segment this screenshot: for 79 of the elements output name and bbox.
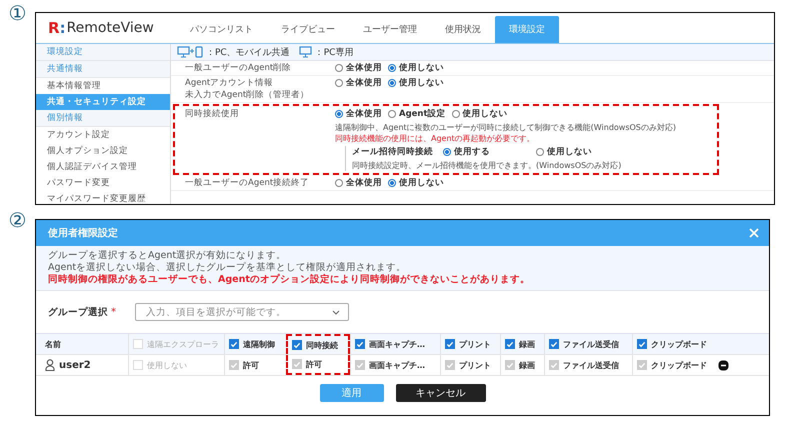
column-header: 画面キャプチ… — [369, 338, 425, 350]
permission-value: クリップボード — [651, 360, 707, 370]
sidebar-section: 共通情報 — [36, 61, 170, 78]
radio-option[interactable]: Agent設定 — [388, 108, 446, 120]
permission-value: 使用しない — [147, 360, 187, 370]
setting-description: 遠隔制御中、Agentに複数のユーザーが同時に接続して制御できる機能(WindowsOSのみ対応) — [335, 122, 678, 133]
permission-value: 録画 — [519, 360, 535, 370]
radio-option[interactable]: 全体使用 — [335, 177, 382, 189]
step-number: ① — [8, 2, 28, 24]
info-text: グループを選択するとAgent選択が有効になります。 — [48, 250, 288, 262]
nav-tab[interactable]: パソコンリスト — [176, 16, 267, 43]
nav-tab[interactable]: 使用状況 — [431, 16, 495, 43]
checkbox[interactable] — [505, 339, 515, 349]
dialog-title: 使用者権限設定 — [48, 226, 118, 240]
setting-label: 同時接続使用 — [185, 108, 240, 120]
column-header: クリップボード — [651, 338, 707, 350]
radio-option[interactable]: 使用しない — [452, 108, 508, 120]
required-mark: * — [111, 306, 117, 318]
column-header: ファイル送受信 — [563, 338, 619, 350]
logo-mark: R — [48, 19, 60, 37]
column-header: 遠隔エクスプローラ — [147, 338, 219, 350]
sidebar-item[interactable]: パスワード変更 — [36, 175, 170, 191]
checkbox[interactable] — [229, 339, 239, 349]
field-label: グループ選択 — [48, 306, 108, 318]
nav-tab[interactable]: ユーザー管理 — [349, 16, 431, 43]
radio-option[interactable]: 使用しない — [388, 177, 444, 189]
sidebar-section: 環境設定 — [36, 44, 170, 61]
checkbox[interactable] — [292, 340, 302, 350]
sub-setting-label: メール招待同時接続 — [352, 146, 433, 158]
monitor-and-phone-icon — [177, 46, 203, 58]
radio-option[interactable]: 使用しない — [388, 62, 444, 74]
checkbox[interactable] — [637, 339, 647, 349]
setting-label: 未入力でAgent削除（管理者） — [185, 89, 310, 101]
radio-option[interactable]: 使用しない — [536, 146, 592, 158]
column-header: プリント — [459, 338, 491, 350]
radio-option[interactable]: 全体使用 — [335, 77, 382, 89]
sub-setting-description: 同時接続設定時、メール招待機能を使用できます。(WindowsOSのみ対応) — [352, 160, 622, 171]
radio-option[interactable]: 全体使用 — [335, 62, 382, 74]
column-header: 同時接続 — [306, 340, 338, 350]
permission-value: 許可 — [243, 360, 259, 370]
close-icon[interactable] — [749, 228, 759, 238]
user-name: user2 — [59, 360, 91, 370]
user-icon — [45, 359, 55, 371]
legend-text: ：PC専用 — [314, 46, 354, 58]
remove-icon[interactable] — [718, 360, 729, 370]
cancel-button[interactable]: キャンセル — [396, 384, 486, 402]
sidebar-section: 個別情報 — [36, 110, 170, 127]
info-text: Agentを選択しない場合、選択したグループを基準として権限が適用されます。 — [48, 262, 408, 274]
column-header: 録画 — [519, 338, 535, 350]
permission-value: 画面キャプチ… — [369, 360, 425, 370]
radio-option[interactable]: 全体使用 — [335, 108, 382, 120]
radio-option[interactable]: 使用しない — [388, 77, 444, 89]
setting-label: Agentアカウント情報 — [185, 77, 274, 89]
sidebar-item[interactable]: 基本情報管理 — [36, 78, 170, 94]
logo-text: RemoteView — [66, 20, 154, 36]
setting-label: 一般ユーザーのAgent接続終了 — [185, 177, 310, 189]
chevron-down-icon — [332, 310, 340, 314]
column-header: 遠隔制御 — [243, 338, 275, 350]
column-header: 名前 — [44, 338, 62, 350]
nav-tab[interactable]: ライブビュー — [267, 16, 349, 43]
checkbox[interactable] — [549, 339, 559, 349]
setting-label: 一般ユーザーのAgent削除 — [185, 62, 292, 74]
sidebar-item[interactable]: マイパスワード変更履歴 — [36, 191, 170, 204]
sidebar-item[interactable]: 個人認証デバイス管理 — [36, 159, 170, 175]
warning-text: 同時接続機能の使用には、Agentの再起動が必要です。 — [335, 133, 536, 144]
legend-text: ：PC、モバイル共通 — [206, 46, 290, 58]
permission-value: プリント — [459, 360, 491, 370]
permission-value: ファイル送受信 — [563, 360, 619, 370]
group-select-field[interactable]: 入力、項目を選択が可能です。 — [135, 303, 349, 321]
checkbox[interactable] — [445, 339, 455, 349]
monitor-icon — [298, 46, 312, 58]
warning-text: 同時制御の権限があるユーザーでも、Agentのオプション設定により同時制御ができないことがあります。 — [48, 274, 531, 286]
sidebar-item[interactable]: アカウント設定 — [36, 127, 170, 143]
logo-separator: : — [60, 19, 66, 37]
radio-option[interactable]: 使用する — [443, 146, 490, 158]
sidebar-item[interactable]: 個人オプション設定 — [36, 143, 170, 159]
permission-value: 許可 — [306, 358, 322, 370]
checkbox[interactable] — [355, 339, 365, 349]
step-number: ② — [8, 209, 28, 231]
